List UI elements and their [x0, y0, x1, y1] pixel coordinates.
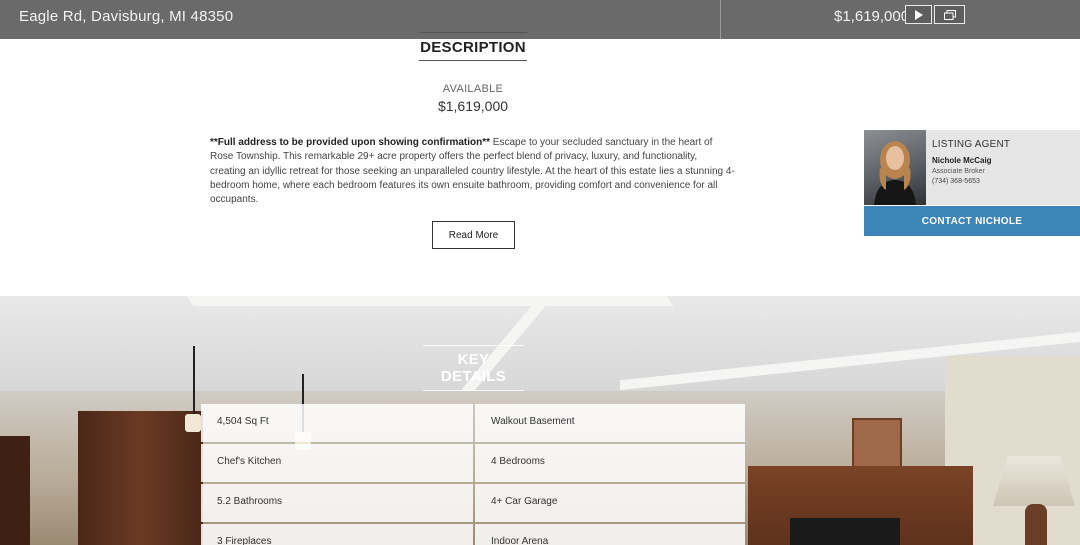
fireplace-opening [790, 518, 900, 545]
topbar-divider [720, 0, 721, 39]
key-detail-item: 3 Fireplaces [201, 524, 473, 545]
ceiling-beam [186, 296, 674, 306]
key-details-row: 3 Fireplaces Indoor Arena [201, 524, 745, 545]
agent-info: LISTING AGENT Nichole McCaig Associate B… [932, 139, 1010, 185]
listing-price: $1,619,000 [437, 98, 509, 114]
pendant-cord [193, 346, 195, 416]
play-icon [915, 9, 923, 20]
availability-status: AVAILABLE [442, 83, 504, 95]
description-bold-note: **Full address to be provided upon showi… [210, 137, 491, 148]
agent-name: Nichole McCaig [932, 156, 992, 165]
wall-art [852, 418, 902, 470]
key-detail-item: Chef's Kitchen [201, 444, 473, 482]
key-detail-item: 5.2 Bathrooms [201, 484, 473, 522]
description-text: **Full address to be provided upon showi… [210, 136, 735, 207]
china-cabinet [78, 411, 203, 545]
agent-section-title: LISTING AGENT [932, 139, 1011, 150]
read-more-button[interactable]: Read More [432, 221, 515, 249]
key-details-row: 4,504 Sq Ft Walkout Basement [201, 404, 745, 444]
agent-role: Associate Broker [932, 168, 985, 175]
listing-agent-card: LISTING AGENT Nichole McCaig Associate B… [864, 130, 1080, 205]
key-detail-item: Walkout Basement [475, 404, 745, 442]
play-button[interactable] [905, 5, 932, 24]
key-detail-item: 4 Bedrooms [475, 444, 745, 482]
description-heading: DESCRIPTION [419, 32, 527, 61]
key-detail-item: 4+ Car Garage [475, 484, 745, 522]
key-detail-item: Indoor Arena [475, 524, 745, 545]
gallery-icon [943, 9, 956, 20]
agent-portrait-icon [874, 141, 916, 205]
key-details-grid: 4,504 Sq Ft Walkout Basement Chef's Kitc… [201, 404, 745, 545]
agent-photo [864, 130, 926, 205]
door [0, 436, 30, 545]
property-address: Eagle Rd, Davisburg, MI 48350 [19, 8, 234, 25]
top-bar: Eagle Rd, Davisburg, MI 48350 $1,619,000 [0, 0, 1080, 39]
gallery-button[interactable] [934, 5, 965, 24]
topbar-price: $1,619,000 [834, 8, 910, 25]
lamp-base [1025, 504, 1047, 545]
pendant-light [185, 414, 201, 432]
key-details-heading: KEY DETAILS [423, 345, 524, 391]
agent-phone[interactable]: (734) 368-5653 [932, 178, 1010, 185]
key-detail-item: 4,504 Sq Ft [201, 404, 473, 442]
key-details-row: 5.2 Bathrooms 4+ Car Garage [201, 484, 745, 524]
contact-agent-button[interactable]: CONTACT NICHOLE [864, 206, 1080, 236]
key-details-row: Chef's Kitchen 4 Bedrooms [201, 444, 745, 484]
